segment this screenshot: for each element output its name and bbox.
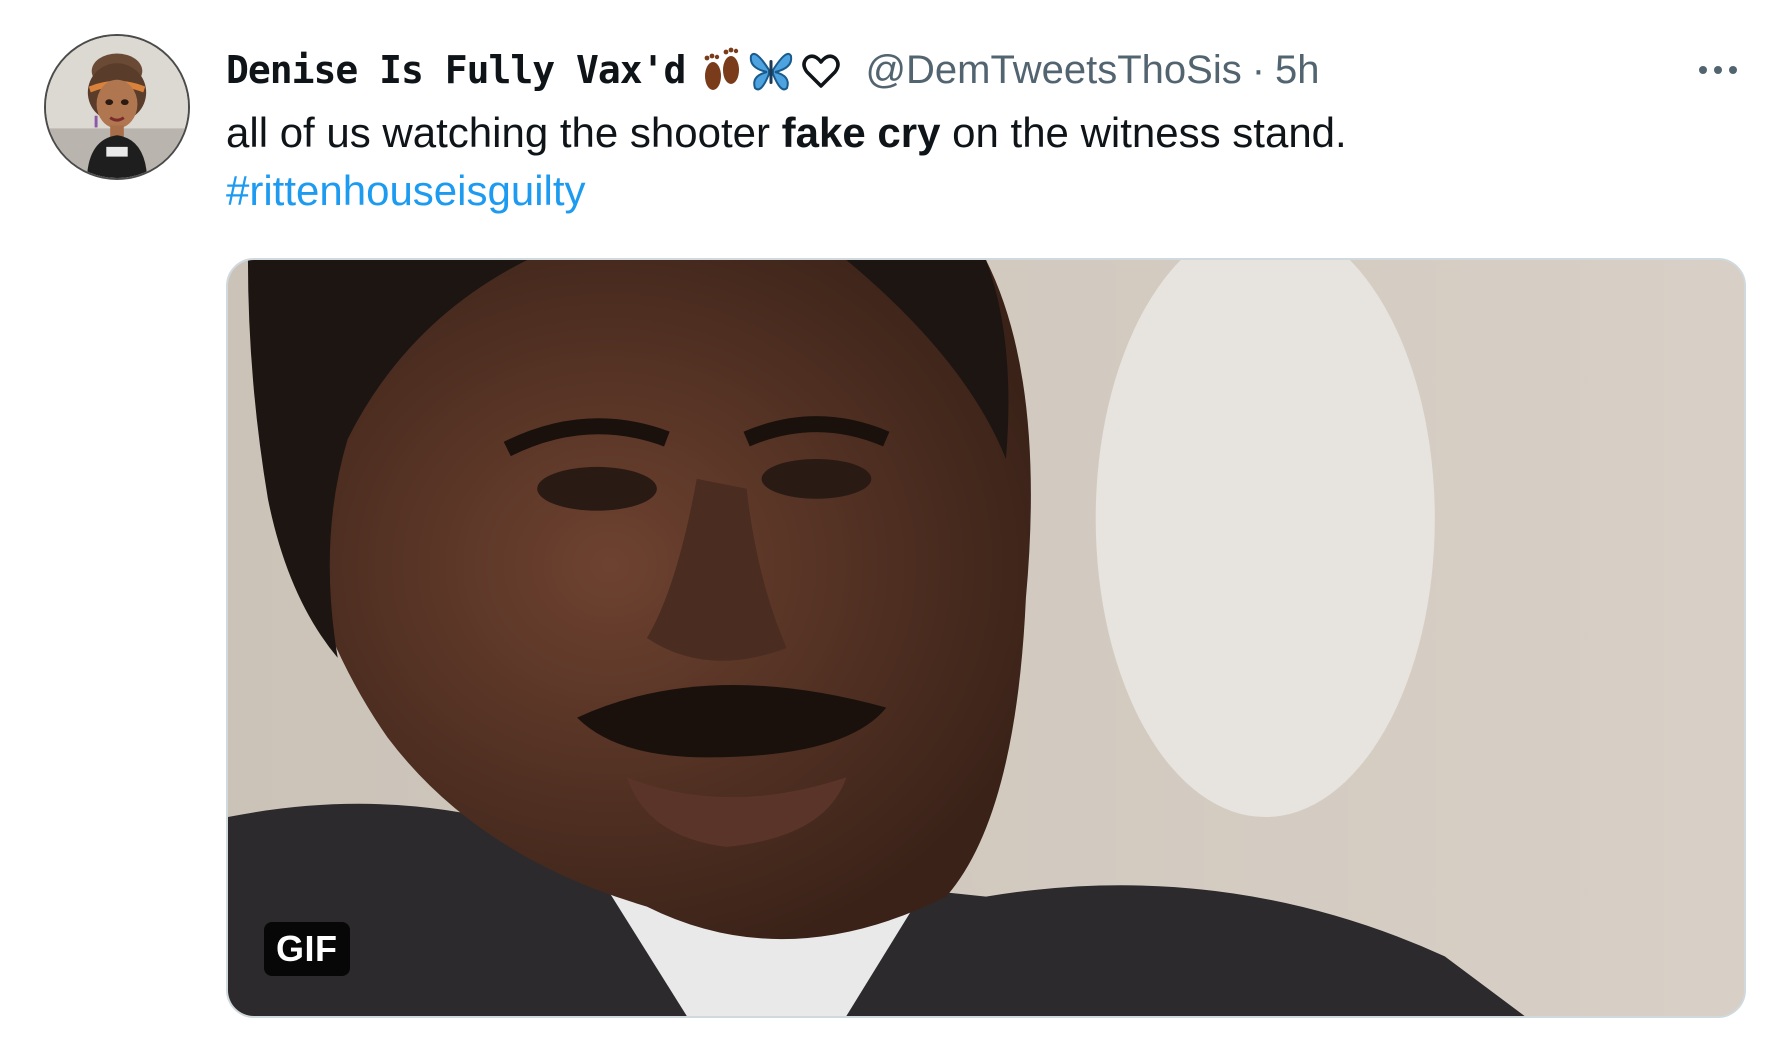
avatar[interactable] bbox=[44, 34, 190, 180]
hashtag-link[interactable]: #rittenhouseisguilty bbox=[226, 162, 1686, 220]
more-options-icon[interactable] bbox=[1688, 52, 1748, 88]
heart-outline-icon bbox=[802, 54, 841, 88]
gif-badge: GIF bbox=[264, 922, 350, 976]
tweet-text-part: all of us watching the shooter bbox=[226, 109, 782, 156]
handle[interactable]: @DemTweetsThoSis bbox=[865, 48, 1241, 93]
butterfly-icon bbox=[750, 52, 793, 91]
gif-media[interactable]: GIF bbox=[226, 258, 1746, 1018]
tweet-text: all of us watching the shooter fake cry … bbox=[226, 104, 1686, 220]
gif-frame bbox=[228, 260, 1744, 1016]
separator-dot: · bbox=[1251, 47, 1266, 92]
avatar-illustration bbox=[46, 36, 188, 178]
tweet-text-bold: fake cry bbox=[781, 109, 941, 156]
name-emojis bbox=[699, 42, 849, 98]
tweet[interactable]: Denise Is Fully Vax'd @DemTweetsThoSis ·… bbox=[0, 0, 1786, 1042]
timestamp[interactable]: 5h bbox=[1275, 48, 1320, 93]
footprints-icon bbox=[705, 47, 740, 90]
display-name[interactable]: Denise Is Fully Vax'd bbox=[226, 48, 686, 92]
tweet-header: Denise Is Fully Vax'd @DemTweetsThoSis ·… bbox=[226, 40, 1320, 100]
tweet-text-part: on the witness stand. bbox=[940, 109, 1347, 156]
